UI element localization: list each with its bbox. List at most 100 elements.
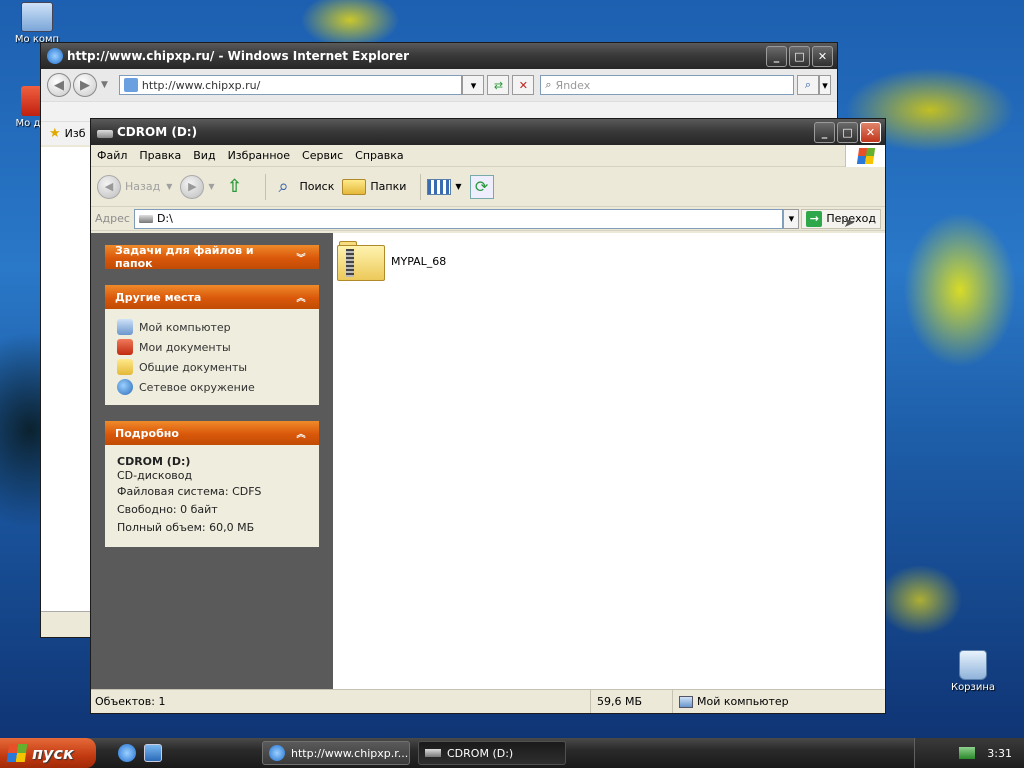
chevron-down-icon[interactable]: ︾ — [293, 249, 309, 265]
back-dropdown-icon[interactable]: ▼ — [166, 182, 172, 191]
status-location: Мой компьютер — [673, 695, 885, 708]
back-arrow-icon: ◀ — [97, 174, 121, 199]
tasks-panel-header[interactable]: Задачи для файлов и папок ︾ — [105, 244, 319, 270]
file-item[interactable]: MYPAL_68 — [337, 241, 446, 281]
taskbar-button-label: http://www.chipxp.r... — [291, 746, 409, 760]
place-my-documents[interactable]: Мои документы — [117, 337, 307, 357]
clock[interactable]: 3:31 — [987, 747, 1012, 760]
cd-drive-icon — [97, 130, 113, 138]
search-options-icon[interactable]: ▾ — [819, 75, 831, 95]
details-type: CD-дисковод — [117, 469, 193, 482]
search-icon[interactable]: ⌕ — [797, 75, 819, 95]
sync-icon: ⟳ — [469, 174, 494, 199]
history-dropdown-icon[interactable]: ▼ — [101, 80, 115, 90]
computer-icon — [117, 319, 133, 335]
desktop-icon-recycle-bin[interactable]: Корзина — [938, 650, 1008, 693]
place-shared-documents[interactable]: Общие документы — [117, 357, 307, 377]
quicklaunch-desktop-icon[interactable] — [144, 744, 162, 762]
place-label: Мой компьютер — [139, 320, 231, 334]
ie-titlebar[interactable]: http://www.chipxp.ru/ - Windows Internet… — [41, 43, 837, 69]
explorer-titlebar[interactable]: CDROM (D:) _ □ ✕ — [91, 119, 885, 145]
documents-icon — [117, 339, 133, 355]
chevron-up-icon[interactable]: ︽ — [293, 425, 309, 441]
menu-view[interactable]: Вид — [187, 149, 221, 162]
other-places-panel: Другие места ︽ Мой компьютер Мои докумен… — [105, 285, 319, 405]
windows-logo-icon — [6, 744, 28, 762]
close-button[interactable]: ✕ — [812, 45, 833, 67]
network-status-icon[interactable] — [959, 747, 976, 759]
details-header[interactable]: Подробно ︽ — [105, 421, 319, 445]
place-network[interactable]: Сетевое окружение — [117, 377, 307, 397]
ie-logo-icon — [269, 745, 285, 761]
close-button[interactable]: ✕ — [860, 121, 881, 143]
minimize-button[interactable]: _ — [814, 121, 835, 143]
quicklaunch-ie-icon[interactable] — [118, 744, 136, 762]
folders-label: Папки — [370, 180, 407, 193]
other-places-header[interactable]: Другие места ︽ — [105, 285, 319, 309]
taskbar-button-ie[interactable]: http://www.chipxp.r... — [262, 741, 410, 765]
cd-drive-icon — [138, 214, 153, 223]
place-label: Мои документы — [139, 340, 231, 354]
refresh-icon[interactable]: ⇄ — [487, 75, 510, 95]
network-icon — [117, 379, 133, 395]
search-icon: ⌕ — [278, 176, 289, 197]
explorer-window[interactable]: CDROM (D:) _ □ ✕ Файл Правка Вид Избранн… — [90, 118, 886, 714]
minimize-button[interactable]: _ — [766, 45, 787, 67]
zip-folder-icon — [337, 241, 385, 281]
back-button[interactable]: ◀ Назад ▼ — [97, 174, 172, 199]
menu-favorites[interactable]: Избранное — [222, 149, 296, 162]
ie-url-text: http://www.chipxp.ru/ — [141, 78, 261, 92]
taskbar-button-label: CDROM (D:) — [447, 746, 514, 760]
sync-button[interactable]: ⟳ — [469, 174, 498, 199]
search-button[interactable]: ⌕ Поиск — [272, 175, 335, 199]
forward-button[interactable]: ▶ ▼ — [180, 174, 215, 199]
chevron-up-icon[interactable]: ︽ — [293, 289, 309, 305]
taskbar: пуск http://www.chipxp.r... CDROM (D:) R… — [0, 738, 1024, 768]
search-label: Поиск — [299, 180, 335, 193]
address-dropdown-icon[interactable]: ▾ — [783, 208, 800, 229]
explorer-menubar: Файл Правка Вид Избранное Сервис Справка — [91, 145, 885, 167]
place-label: Сетевое окружение — [139, 380, 255, 394]
ie-search-input[interactable]: ⌕ Яndex — [540, 75, 795, 95]
file-list[interactable]: MYPAL_68 ➤ — [333, 215, 885, 689]
toolbar-separator — [420, 173, 422, 200]
details-title: Подробно — [115, 426, 179, 440]
start-button[interactable]: пуск — [0, 738, 96, 768]
toolbar-separator — [264, 173, 266, 200]
menu-edit[interactable]: Правка — [133, 149, 187, 162]
desktop-icon-my-computer[interactable]: Мо комп — [2, 2, 72, 45]
other-places-title: Другие места — [115, 290, 202, 304]
maximize-button[interactable]: □ — [837, 121, 858, 143]
menu-file[interactable]: Файл — [91, 149, 133, 162]
favorites-star-icon[interactable]: ★ — [49, 126, 61, 141]
stop-icon[interactable]: ✕ — [512, 75, 535, 95]
url-dropdown-icon[interactable]: ▾ — [462, 75, 485, 95]
views-icon — [427, 178, 452, 195]
forward-arrow-icon: ▶ — [180, 174, 205, 199]
taskbar-button-explorer[interactable]: CDROM (D:) — [418, 741, 566, 765]
place-my-computer[interactable]: Мой компьютер — [117, 317, 307, 337]
desktop-icon-label: Корзина — [950, 682, 996, 693]
views-dropdown-icon[interactable]: ▼ — [455, 182, 461, 191]
address-value: D:\ — [156, 212, 173, 225]
page-icon — [123, 78, 138, 92]
favorites-label[interactable]: Изб — [65, 127, 86, 140]
explorer-statusbar: Объектов: 1 59,6 МБ Мой компьютер — [91, 689, 885, 713]
menu-tools[interactable]: Сервис — [296, 149, 349, 162]
ie-address-input[interactable]: http://www.chipxp.ru/ — [118, 75, 463, 95]
details-free: Свободно: 0 байт — [117, 503, 218, 516]
folders-button[interactable]: Папки — [342, 178, 407, 195]
cd-drive-icon — [425, 749, 441, 757]
go-button[interactable]: → Переход — [801, 208, 881, 229]
forward-dropdown-icon[interactable]: ▼ — [208, 182, 214, 191]
folder-icon — [342, 178, 367, 195]
ie-navbar: ◀ ▶ ▼ http://www.chipxp.ru/ ▾ ⇄ ✕ ⌕ Яnde… — [41, 69, 837, 101]
back-arrow-icon[interactable]: ◀ — [47, 73, 71, 97]
forward-arrow-icon[interactable]: ▶ — [72, 73, 97, 97]
maximize-button[interactable]: □ — [789, 45, 810, 67]
up-folder-button[interactable]: ⇧ — [223, 175, 251, 199]
address-input[interactable]: D:\ — [133, 208, 784, 229]
explorer-body: Задачи для файлов и папок ︾ Другие места… — [91, 215, 885, 689]
views-button[interactable]: ▼ — [427, 178, 462, 195]
menu-help[interactable]: Справка — [349, 149, 409, 162]
